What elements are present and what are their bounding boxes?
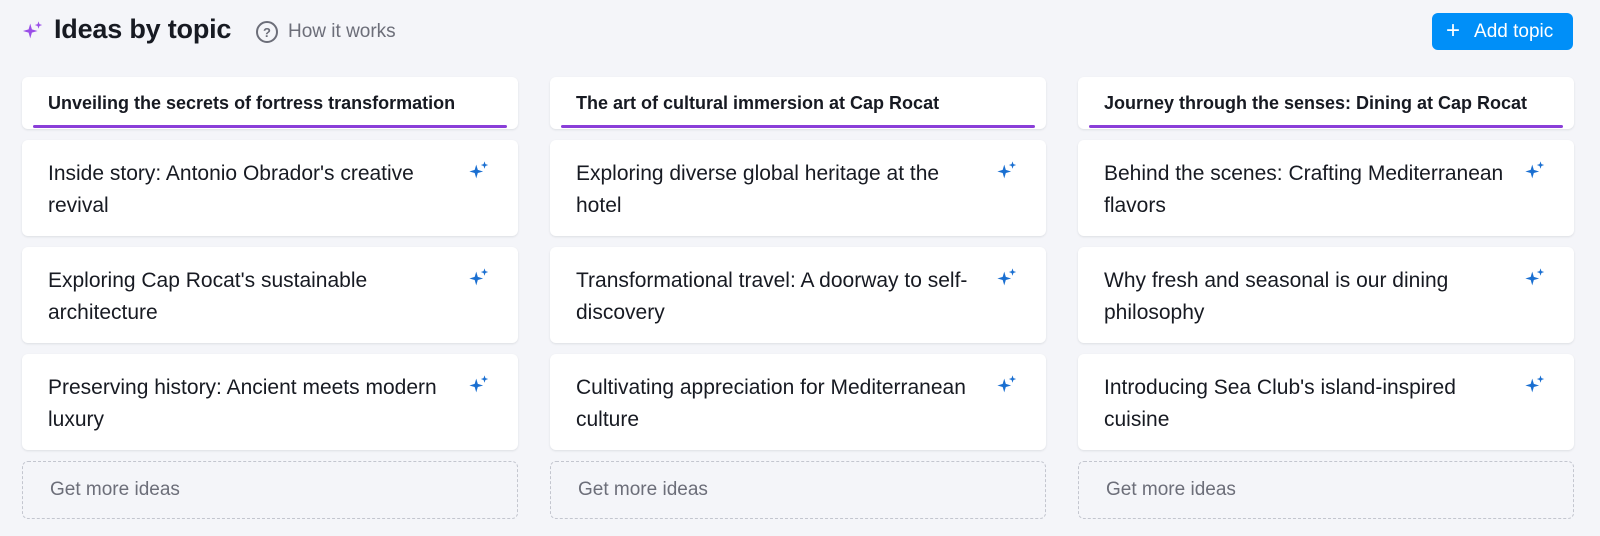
- plus-icon: +: [1446, 16, 1461, 44]
- idea-card[interactable]: Why fresh and seasonal is our dining phi…: [1078, 247, 1574, 343]
- idea-card[interactable]: Behind the scenes: Crafting Mediterranea…: [1078, 140, 1574, 236]
- idea-title: Exploring diverse global heritage at the…: [576, 162, 940, 217]
- get-more-ideas-button[interactable]: Get more ideas: [22, 461, 518, 519]
- idea-title: Preserving history: Ancient meets modern…: [48, 376, 437, 431]
- sparkle-icon[interactable]: [1524, 160, 1546, 182]
- topic-title: Unveiling the secrets of fortress transf…: [48, 93, 456, 113]
- sparkle-icon[interactable]: [468, 267, 490, 289]
- sparkle-icon[interactable]: [1524, 374, 1546, 396]
- idea-title: Exploring Cap Rocat's sustainable archit…: [48, 269, 368, 324]
- get-more-ideas-button[interactable]: Get more ideas: [550, 461, 1046, 519]
- get-more-ideas-label: Get more ideas: [578, 479, 708, 500]
- get-more-ideas-label: Get more ideas: [1106, 479, 1236, 500]
- idea-card[interactable]: Transformational travel: A doorway to se…: [550, 247, 1046, 343]
- sparkle-icon: [22, 21, 43, 39]
- sparkle-icon[interactable]: [996, 160, 1018, 182]
- question-circle-icon: ?: [256, 21, 278, 43]
- idea-title: Inside story: Antonio Obrador's creative…: [48, 162, 414, 217]
- topic-header[interactable]: Unveiling the secrets of fortress transf…: [22, 77, 518, 129]
- topic-underline: [561, 125, 1035, 128]
- topic-columns: Unveiling the secrets of fortress transf…: [22, 77, 1574, 519]
- get-more-ideas-button[interactable]: Get more ideas: [1078, 461, 1574, 519]
- add-topic-label: Add topic: [1474, 20, 1554, 42]
- sparkle-icon[interactable]: [1524, 267, 1546, 289]
- page-title: Ideas by topic: [54, 14, 232, 44]
- idea-title: Why fresh and seasonal is our dining phi…: [1104, 269, 1449, 324]
- topic-title: Journey through the senses: Dining at Ca…: [1104, 93, 1528, 113]
- page-header: Ideas by topic ? How it works + Add topi…: [0, 0, 1600, 64]
- topic-underline: [33, 125, 507, 128]
- how-it-works-link[interactable]: ? How it works: [256, 19, 396, 45]
- idea-title: Behind the scenes: Crafting Mediterranea…: [1104, 162, 1504, 217]
- topic-column: Journey through the senses: Dining at Ca…: [1078, 77, 1574, 519]
- idea-card[interactable]: Cultivating appreciation for Mediterrane…: [550, 354, 1046, 450]
- topic-column: The art of cultural immersion at Cap Roc…: [550, 77, 1046, 519]
- add-topic-button[interactable]: + Add topic: [1432, 13, 1573, 50]
- topic-title: The art of cultural immersion at Cap Roc…: [576, 93, 940, 113]
- topic-underline: [1089, 125, 1563, 128]
- idea-card[interactable]: Exploring Cap Rocat's sustainable archit…: [22, 247, 518, 343]
- sparkle-icon[interactable]: [996, 267, 1018, 289]
- idea-title: Cultivating appreciation for Mediterrane…: [576, 376, 966, 431]
- get-more-ideas-label: Get more ideas: [50, 479, 180, 500]
- topic-header[interactable]: Journey through the senses: Dining at Ca…: [1078, 77, 1574, 129]
- idea-card[interactable]: Inside story: Antonio Obrador's creative…: [22, 140, 518, 236]
- sparkle-icon[interactable]: [468, 374, 490, 396]
- idea-title: Introducing Sea Club's island-inspired c…: [1104, 376, 1456, 431]
- sparkle-icon[interactable]: [996, 374, 1018, 396]
- idea-title: Transformational travel: A doorway to se…: [576, 269, 968, 324]
- how-it-works-label: How it works: [288, 21, 396, 42]
- idea-card[interactable]: Preserving history: Ancient meets modern…: [22, 354, 518, 450]
- idea-card[interactable]: Introducing Sea Club's island-inspired c…: [1078, 354, 1574, 450]
- idea-card[interactable]: Exploring diverse global heritage at the…: [550, 140, 1046, 236]
- topic-column: Unveiling the secrets of fortress transf…: [22, 77, 518, 519]
- sparkle-icon[interactable]: [468, 160, 490, 182]
- topic-header[interactable]: The art of cultural immersion at Cap Roc…: [550, 77, 1046, 129]
